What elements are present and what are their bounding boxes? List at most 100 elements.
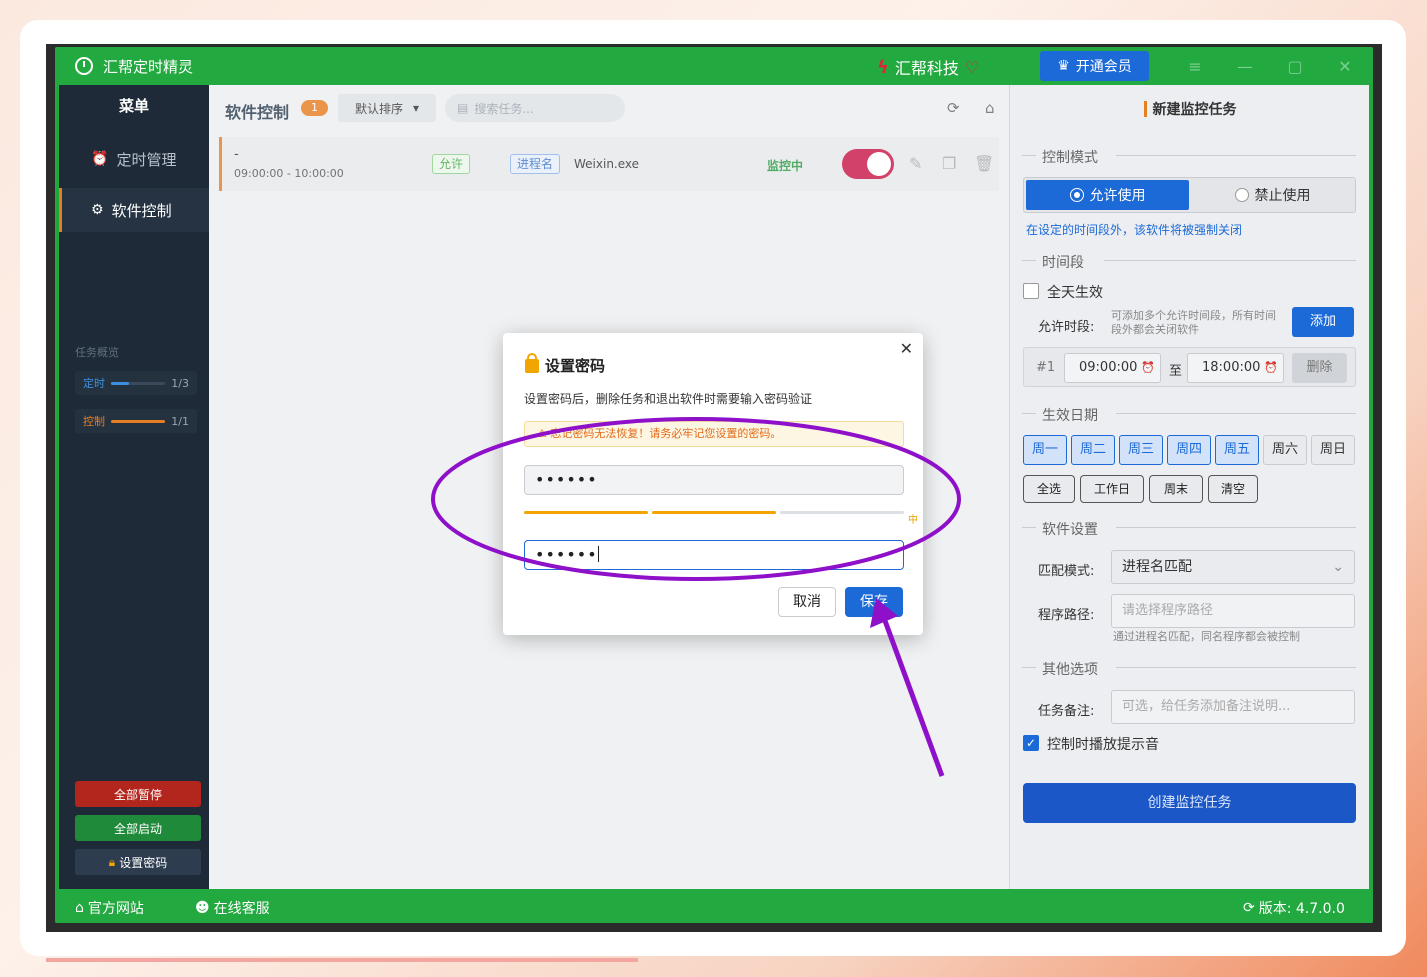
allowed-period-hint-1: 可添加多个允许时间段，所有时间 [1111,309,1276,322]
maximize-icon[interactable]: ▢ [1285,57,1305,76]
day-button[interactable]: 周五 [1215,435,1259,465]
delete-slot-button[interactable]: 删除 [1292,353,1347,383]
home-icon: ⌂ [75,900,84,916]
mode-forbid-option[interactable]: 禁止使用 [1191,180,1354,210]
slot-index: #1 [1036,360,1056,375]
end-time-input[interactable]: 18:00:00 ⏰ [1187,353,1284,383]
strength-bar-2 [652,511,776,514]
menu-title: 菜单 [118,97,149,115]
to-label: 至 [1169,364,1183,379]
strength-bar-3 [780,511,904,514]
heart-icon: ♡ [964,57,980,77]
alarm-icon: ⏰ [1141,361,1155,374]
mode-allow-option[interactable]: 允许使用 [1026,180,1189,210]
sound-label: 控制时播放提示音 [1047,737,1159,753]
strength-label: 中 [908,515,918,526]
add-period-button[interactable]: 添加 [1292,307,1354,337]
program-path-label: 程序路径: [1038,608,1095,623]
match-mode-label: 匹配模式: [1038,564,1095,579]
clear-button[interactable]: 清空 [1208,475,1258,503]
start-all-button[interactable]: 全部启动 [75,815,201,841]
mode-hint: 在设定的时间段外，该软件将被强制关闭 [1026,223,1243,237]
sidebar-item-software-control[interactable]: ⚙ 软件控制 [59,188,209,232]
set-password-label: 设置密码 [119,855,168,870]
footer: ⌂ 官方网站 ☻ 在线客服 ⟳ 版本: 4.7.0.0 [55,889,1373,923]
program-path-hint: 通过进程名匹配，同名程序都会被控制 [1113,630,1300,643]
match-mode-select[interactable]: 进程名匹配 ⌄ [1111,550,1355,584]
overview-control-label: 控制 [83,415,105,428]
overview-control-bar [111,419,166,423]
overview-timer: 定时 1/3 [75,371,197,395]
overview-timer-bar [111,381,166,385]
overview-control-count: 1/1 [171,414,189,428]
save-button[interactable]: 保存 [845,587,903,617]
day-button[interactable]: 周二 [1071,435,1115,465]
pause-all-button[interactable]: 全部暂停 [75,781,201,807]
day-button[interactable]: 周六 [1263,435,1307,465]
title-bar: 汇帮定时精灵 ϟ 汇帮科技 ♡ ♛ 开通会员 ≡ — ▢ ✕ [55,47,1373,85]
control-mode-switch: 允许使用 禁止使用 [1023,177,1356,213]
new-task-panel: 新建监控任务 控制模式 允许使用 禁止使用 在设定的时间段外，该软件将被强制关闭… [1009,85,1369,889]
section-time-period: 时间段 [1022,252,1356,271]
cancel-button[interactable]: 取消 [778,587,836,617]
all-day-checkbox[interactable] [1023,283,1039,299]
day-button[interactable]: 周日 [1311,435,1355,465]
workdays-button[interactable]: 工作日 [1080,475,1144,503]
overview-label: 任务概览 [75,346,119,359]
dialog-description: 设置密码后，删除任务和退出软件时需要输入密码验证 [524,392,813,406]
sound-checkbox[interactable]: ✓ [1023,735,1039,751]
sidebar-item-timer[interactable]: ⏰ 定时管理 [59,137,209,181]
password-input[interactable]: •••••• [524,465,904,495]
day-button[interactable]: 周三 [1119,435,1163,465]
minimize-icon[interactable]: — [1235,57,1255,76]
vip-button[interactable]: ♛ 开通会员 [1040,51,1149,81]
create-task-button[interactable]: 创建监控任务 [1023,783,1356,823]
official-website-link[interactable]: ⌂ 官方网站 [75,898,144,918]
day-button[interactable]: 周一 [1023,435,1067,465]
close-icon[interactable]: ✕ [900,339,913,358]
alarm-clock-icon [75,57,93,75]
sidebar-item-label: 定时管理 [116,150,177,169]
background-strip [46,958,638,962]
brand: ϟ 汇帮科技 ♡ [877,55,979,79]
online-support-link[interactable]: ☻ 在线客服 [195,898,270,918]
overview-timer-label: 定时 [83,377,105,390]
section-software-settings: 软件设置 [1022,519,1356,538]
section-effective-date: 生效日期 [1022,405,1356,424]
panel-title: 新建监控任务 [1010,99,1370,119]
set-password-dialog: ✕ 设置密码 设置密码后，删除任务和退出软件时需要输入密码验证 ⚠ 忘记密码无法… [503,333,923,635]
vip-label: 开通会员 [1075,59,1132,75]
chevron-down-icon: ⌄ [1332,559,1344,575]
gear-icon: ⚙ [91,202,104,218]
close-icon[interactable]: ✕ [1335,57,1355,76]
dialog-warning: ⚠ 忘记密码无法恢复！请务必牢记您设置的密码。 [524,421,904,447]
weekend-button[interactable]: 周末 [1149,475,1203,503]
set-password-button[interactable]: 🔒︎ 设置密码 [75,849,201,875]
dialog-title: 设置密码 [525,352,606,376]
menu-icon[interactable]: ≡ [1185,57,1205,76]
sidebar: 菜单 ⏰ 定时管理 ⚙ 软件控制 任务概览 定时 1/3 控制 1/1 全部暂停… [59,85,209,889]
refresh-icon: ⟳ [1243,900,1255,916]
note-label: 任务备注: [1038,704,1095,719]
overview-timer-count: 1/3 [171,376,189,390]
crown-icon: ♛ [1057,58,1070,74]
confirm-password-input[interactable]: •••••• [524,540,904,570]
section-other-options: 其他选项 [1022,659,1356,678]
program-path-input[interactable]: 请选择程序路径 [1111,594,1355,628]
select-all-button[interactable]: 全选 [1023,475,1075,503]
alarm-clock-icon: ⏰ [91,151,109,167]
allowed-period-label: 允许时段: [1038,320,1095,335]
note-input[interactable]: 可选，给任务添加备注说明... [1111,690,1355,724]
dialog-title-text: 设置密码 [545,357,606,375]
all-day-label: 全天生效 [1047,285,1103,301]
alarm-icon: ⏰ [1264,361,1278,374]
brand-name: 汇帮科技 [894,59,959,78]
app-title: 汇帮定时精灵 [103,58,194,76]
start-time-input[interactable]: 09:00:00 ⏰ [1064,353,1161,383]
radio-unchecked-icon [1234,188,1249,202]
lock-icon [525,352,539,373]
warning-icon: ⚠ [537,427,547,440]
sidebar-item-label: 软件控制 [111,201,172,220]
day-button[interactable]: 周四 [1167,435,1211,465]
background-text-fragment [500,924,980,934]
